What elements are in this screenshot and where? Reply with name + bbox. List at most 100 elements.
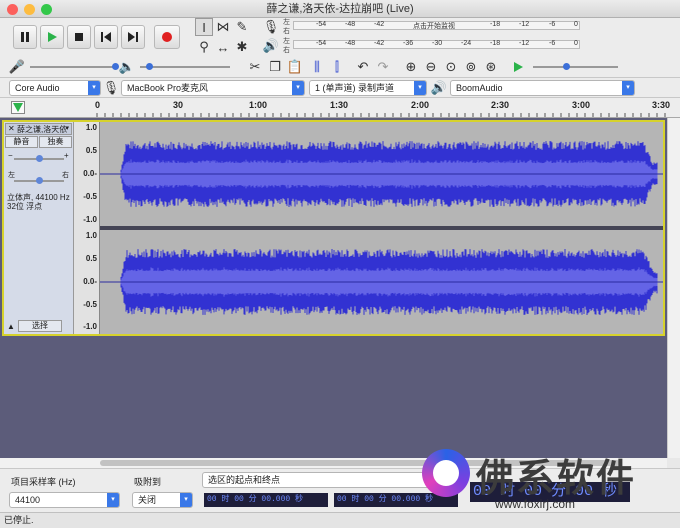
select-track-button[interactable]: 选择: [18, 320, 62, 332]
timeline-ruler[interactable]: 0 30 1:00 1:30 2:00 2:30 3:00 3:30: [0, 98, 680, 118]
chevron-down-icon: ▾: [180, 493, 192, 507]
multi-tool[interactable]: ✱: [233, 38, 251, 56]
waveform-right-channel[interactable]: [100, 230, 663, 334]
play-speed-slider[interactable]: [533, 66, 618, 68]
selection-start-time[interactable]: 00 时 00 分 00.000 秒: [204, 493, 328, 507]
ruler-label: 3:00: [572, 100, 591, 110]
click-to-monitor[interactable]: 点击开始监视: [413, 21, 455, 31]
track-area[interactable]: ✕ 薛之谦,洛天依 ▾ 静音 独奏 − + 左 右 立体声, 44100 Hz …: [0, 118, 667, 458]
close-track-icon[interactable]: ✕: [8, 124, 15, 133]
ibeam-icon: I: [202, 19, 206, 35]
track-menu-arrow-icon: ▾: [65, 125, 69, 132]
zoom-out-button[interactable]: ⊖: [422, 58, 440, 76]
playback-volume-knob[interactable]: [146, 63, 153, 70]
rec-tick: -42: [374, 21, 385, 28]
gain-knob[interactable]: [36, 155, 43, 162]
scale-tick: 1.0: [85, 231, 97, 240]
record-volume-slider[interactable]: [30, 66, 115, 68]
zoom-in-button[interactable]: ⊕: [402, 58, 420, 76]
collapse-track-icon[interactable]: ▲: [7, 322, 15, 331]
recording-channels-select[interactable]: 1 (单声道) 录制声道 ▾: [309, 80, 427, 96]
audio-track[interactable]: ✕ 薛之谦,洛天依 ▾ 静音 独奏 − + 左 右 立体声, 44100 Hz …: [2, 120, 665, 336]
scale-tick: -0.5: [83, 300, 97, 309]
close-window-button[interactable]: [7, 4, 18, 15]
undo-button[interactable]: ↶: [354, 58, 372, 76]
play-meter-button[interactable]: 🔊: [262, 37, 280, 55]
mic-volume-icon: 🎤: [8, 59, 26, 74]
recording-device-value: MacBook Pro麦克风: [127, 83, 209, 93]
fit-selection-button[interactable]: ⊙: [442, 58, 460, 76]
mute-button[interactable]: 静音: [5, 136, 38, 148]
play-speed-knob[interactable]: [563, 63, 570, 70]
snap-to-label: 吸附到: [134, 477, 162, 487]
copy-icon: ❐: [269, 59, 281, 74]
rec-tick: -12: [519, 21, 530, 28]
draw-tool[interactable]: ✎: [233, 18, 251, 36]
double-arrow-icon: ↔: [216, 39, 230, 55]
record-button[interactable]: [154, 25, 180, 49]
cut-button[interactable]: ✂: [246, 58, 264, 76]
silence-button[interactable]: ⫿: [328, 58, 346, 76]
copy-button[interactable]: ❐: [266, 58, 284, 76]
fit-selection-icon: ⊙: [445, 59, 457, 74]
snap-to-select[interactable]: 关闭 ▾: [132, 492, 193, 508]
device-toolbar: Core Audio ▾ 🎙 MacBook Pro麦克风 ▾ 1 (单声道) …: [0, 78, 680, 98]
play-at-speed-button[interactable]: [509, 58, 527, 76]
project-rate-select[interactable]: 44100 ▾: [9, 492, 120, 508]
play-tick: -42: [374, 40, 385, 47]
skip-to-start-button[interactable]: [94, 25, 118, 49]
zoom-window-button[interactable]: [41, 4, 52, 15]
scale-tick: 0.5: [85, 146, 97, 155]
minimize-window-button[interactable]: [24, 4, 35, 15]
solo-button[interactable]: 独奏: [39, 136, 72, 148]
pan-knob[interactable]: [36, 177, 43, 184]
playback-device-select[interactable]: BoomAudio ▾: [450, 80, 635, 96]
skip-end-icon: [128, 32, 138, 42]
selection-mode-select[interactable]: 选区的起点和终点 ▾: [202, 472, 457, 488]
audio-host-select[interactable]: Core Audio ▾: [9, 80, 101, 96]
pause-button[interactable]: [13, 25, 37, 49]
trim-button[interactable]: ⫼: [308, 58, 326, 76]
selection-tool[interactable]: I: [195, 18, 213, 36]
track-header[interactable]: ✕ 薛之谦,洛天依 ▾: [5, 123, 72, 135]
track-bit-depth: 32位 浮点: [7, 202, 43, 211]
zoom-out-icon: ⊖: [425, 59, 437, 74]
stop-button[interactable]: [67, 25, 91, 49]
project-rate-value: 44100: [15, 495, 41, 505]
zoom-tool[interactable]: ⚲: [195, 38, 213, 56]
ruler-label: 3:30: [652, 100, 671, 110]
zoom-toggle-button[interactable]: ⊛: [482, 58, 500, 76]
play-tick: -18: [490, 40, 501, 47]
skip-to-end-button[interactable]: [121, 25, 145, 49]
waveform-right-svg: [100, 249, 663, 315]
chevron-down-icon: ▾: [88, 81, 100, 95]
redo-button[interactable]: ↷: [374, 58, 392, 76]
amplitude-scale[interactable]: 1.0 0.5 0.0- -0.5 -1.0 1.0 0.5 0.0- -0.5…: [74, 122, 100, 334]
time-shift-tool[interactable]: ↔: [214, 38, 232, 56]
vertical-scrollbar[interactable]: [667, 118, 680, 458]
watermark-text: 佛系软件: [476, 458, 637, 500]
scale-tick: -0.5: [83, 192, 97, 201]
recording-device-select[interactable]: MacBook Pro麦克风 ▾: [121, 80, 305, 96]
envelope-tool[interactable]: ⋈: [214, 18, 232, 36]
microphone-icon: 🎙: [102, 80, 120, 95]
fit-project-button[interactable]: ⊚: [462, 58, 480, 76]
paste-button[interactable]: 📋: [286, 58, 304, 76]
play-tick: -36: [403, 40, 414, 47]
rec-tick: -6: [549, 21, 556, 28]
track-name: 薛之谦,洛天依: [17, 125, 68, 134]
ruler-label: 2:00: [411, 100, 430, 110]
pan-right-label: 右: [62, 172, 69, 179]
waveform-left-svg: [100, 141, 663, 207]
magnifier-icon: ⚲: [199, 39, 209, 54]
pencil-icon: ✎: [236, 19, 248, 34]
speaker-icon: 🔊: [430, 80, 448, 95]
foxi-logo: [422, 449, 470, 497]
waveform-left-channel[interactable]: [100, 122, 663, 226]
zoom-in-icon: ⊕: [405, 59, 417, 74]
playback-volume-slider[interactable]: [140, 66, 230, 68]
record-meter-button[interactable]: 🎙: [262, 18, 280, 36]
play-button[interactable]: [40, 25, 64, 49]
scale-tick: 1.0: [85, 123, 97, 132]
chevron-down-icon: ▾: [292, 81, 304, 95]
